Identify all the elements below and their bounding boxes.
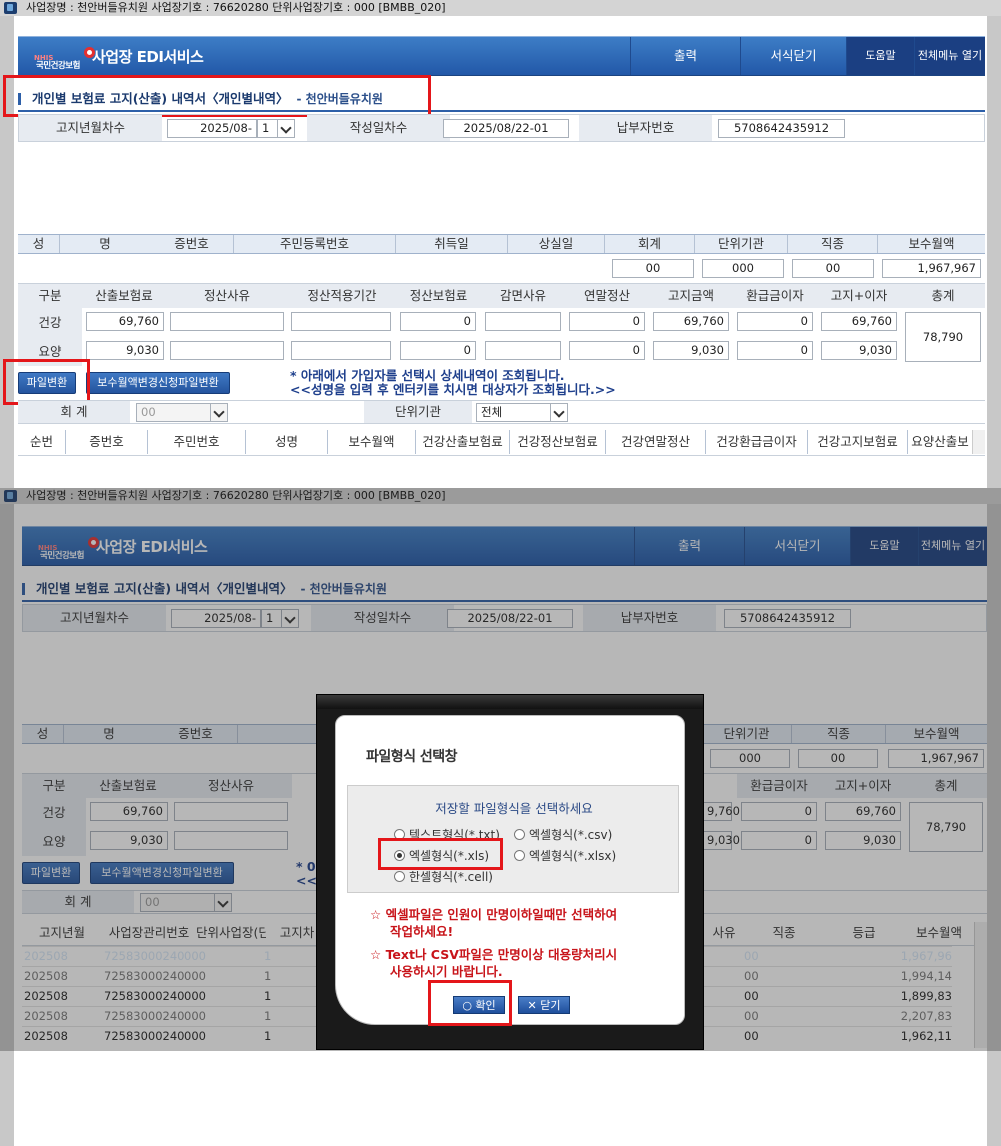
titlebar-text: 사업장명 : 천안버들유치원 사업장기호 : 76620280 단위사업장기호 … — [26, 1, 446, 14]
filter2-row: 회 계 00 단위기관 전체 — [18, 400, 985, 424]
salary-change-convert-button[interactable]: 보수월액변경신청파일변환 — [86, 372, 230, 394]
scrollbar[interactable] — [972, 430, 985, 454]
detail-table: 구분 산출보험료 정산사유 정산적용기간 정산보험료 감면사유 연말정산 고지금… — [18, 284, 985, 366]
account-select[interactable]: 00 — [136, 403, 228, 422]
highlight-file-convert — [3, 359, 90, 405]
unit-select[interactable]: 전체 — [476, 403, 568, 422]
radio-icon — [514, 850, 525, 861]
dialog-title: 파일형식 선택창 — [366, 749, 458, 765]
radio-icon — [514, 829, 525, 840]
grand-total: 78,790 — [905, 312, 981, 362]
note-line-2: <<성명을 입력 후 엔터키를 치시면 대상자가 조회됩니다.>> — [290, 382, 616, 397]
option-csv[interactable]: 엑셀형식(*.csv) — [514, 826, 612, 843]
account-input[interactable]: 00 — [612, 259, 694, 278]
option-xlsx[interactable]: 엑셀형식(*.xlsx) — [514, 847, 616, 864]
unit-input[interactable]: 000 — [702, 259, 784, 278]
job-input[interactable]: 00 — [792, 259, 874, 278]
payer-label: 납부자번호 — [579, 115, 712, 141]
chevron-down-icon — [277, 120, 294, 137]
close-button[interactable]: ✕ 닫기 — [518, 996, 570, 1014]
notice-seq-select[interactable]: 1 — [257, 119, 295, 138]
created-input[interactable]: 2025/08/22-01 — [443, 119, 569, 138]
menu-help[interactable]: 도움말 — [846, 37, 914, 75]
payer-input[interactable]: 5708642435912 — [718, 119, 845, 138]
warning-1: ☆ 엑셀파일은 인원이 만명이하일때만 선택하여 — [370, 907, 618, 922]
chevron-down-icon — [550, 404, 567, 421]
filter-row: 고지년월차수 2025/08- 1 작성일차수 2025/08/22-01 납부… — [18, 114, 985, 142]
notice-month-label: 고지년월차수 — [19, 115, 162, 141]
created-label: 작성일차수 — [307, 115, 450, 141]
person-value-row: 00 000 00 1,967,967 — [18, 254, 985, 284]
app-icon — [4, 2, 17, 14]
row-label-health: 건강 — [18, 308, 82, 337]
chevron-down-icon — [210, 404, 227, 421]
file-format-dialog: 파일형식 선택창 저장할 파일형식을 선택하세요 텍스트형식(*.txt) 엑셀… — [335, 715, 685, 1025]
app-header: NHIS 국민건강보험 사업장 EDI서비스 출력 서식닫기 도움말 전체메뉴 … — [18, 36, 985, 76]
menu-close-form[interactable]: 서식닫기 — [740, 37, 846, 75]
star-icon: ☆ — [370, 907, 386, 922]
person-header-row: 성 명 증번호 주민등록번호 취득일 상실일 회계 단위기관 직종 보수월액 — [18, 234, 985, 254]
close-icon: ✕ — [527, 999, 541, 1012]
note-line-1: * 아래에서 가입자를 선택시 상세내역이 조회됩니다. — [290, 368, 565, 383]
highlight-ok-button — [428, 980, 512, 1026]
highlight-xls-option — [378, 838, 503, 870]
star-icon: ☆ — [370, 947, 386, 962]
window-titlebar: 사업장명 : 천안버들유치원 사업장기호 : 76620280 단위사업장기호 … — [0, 0, 1001, 16]
menu-all[interactable]: 전체메뉴 열기 — [914, 37, 985, 75]
warning-2: ☆ Text나 CSV파일은 만명이상 대용량처리시 — [370, 947, 618, 962]
highlight-section-title — [3, 75, 431, 117]
radio-icon — [394, 871, 405, 882]
menu-print[interactable]: 출력 — [630, 37, 740, 75]
nhis-logo: NHIS 국민건강보험 — [26, 45, 95, 71]
option-cell[interactable]: 한셀형식(*.cell) — [394, 868, 493, 885]
list-header: 순번 증번호 주민번호 성명 보수월액 건강산출보험료 건강정산보험료 건강연말… — [18, 430, 985, 456]
salary-input[interactable]: 1,967,967 — [882, 259, 981, 278]
brand-title: 사업장 EDI서비스 — [92, 48, 204, 66]
notice-month-input[interactable]: 2025/08- — [167, 119, 257, 138]
